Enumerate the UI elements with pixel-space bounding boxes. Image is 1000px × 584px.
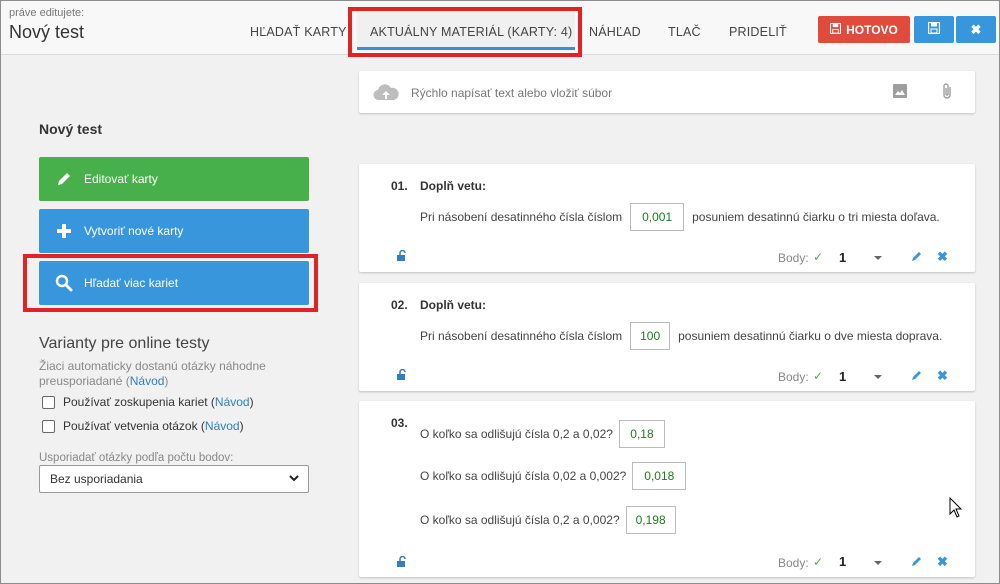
card-sentence: Pri násobení desatinného čísla číslom 0,…: [420, 203, 940, 231]
tab-print[interactable]: TLAČ: [668, 25, 701, 39]
points-label: Body:: [778, 370, 809, 384]
groups-guide-link[interactable]: Návod: [215, 395, 250, 409]
edit-card-icon[interactable]: [911, 369, 923, 384]
points-value[interactable]: 1: [839, 250, 846, 265]
app-window: práve editujete: Nový test HĽADAŤ KARTY …: [0, 0, 1000, 584]
quick-input-placeholder: Rýchlo napísať text alebo vložiť súbor: [411, 86, 613, 100]
plus-icon: [52, 223, 76, 239]
edit-cards-label: Editovať karty: [84, 172, 158, 186]
new-cards-button[interactable]: Vytvoriť nové karty: [39, 209, 309, 253]
question-row-3: O koľko sa odlišujú čísla 0,2 a 0,002? 0…: [420, 506, 684, 534]
answer-field[interactable]: 0,001: [630, 203, 685, 231]
card-number: 02.: [391, 298, 408, 312]
attachment-icon[interactable]: [941, 82, 953, 103]
tab-preview[interactable]: NÁHĽAD: [589, 25, 641, 39]
page-title: Nový test: [9, 22, 85, 42]
question-row-2: O koľko sa odlišujú čísla 0,02 a 0,002? …: [420, 462, 694, 490]
guide-link[interactable]: Návod: [130, 374, 165, 388]
points-value[interactable]: 1: [839, 554, 846, 569]
groups-option[interactable]: Používať zoskupenia kariet (Návod): [42, 395, 254, 409]
caret-down-icon[interactable]: [873, 370, 883, 384]
unlock-icon[interactable]: [396, 555, 408, 571]
image-icon[interactable]: [893, 84, 907, 101]
points-value[interactable]: 1: [839, 369, 846, 384]
card-number: 01.: [391, 179, 408, 193]
groups-option-label: Používať zoskupenia kariet (: [63, 395, 215, 409]
branching-option-end: ): [239, 419, 244, 433]
done-button[interactable]: HOTOVO: [818, 16, 910, 43]
variants-title: Varianty pre online testy: [39, 335, 210, 352]
question-text: O koľko sa odlišujú čísla 0,02 a 0,002?: [420, 469, 627, 483]
sort-label: Usporiadať otázky podľa počtu bodov:: [39, 452, 234, 464]
question-card-3[interactable]: 03. O koľko sa odlišujú čísla 0,2 a 0,02…: [359, 401, 975, 577]
caret-down-icon[interactable]: [873, 556, 883, 570]
points-label: Body:: [778, 251, 809, 265]
caret-down-icon[interactable]: [873, 251, 883, 265]
close-icon: ✖: [970, 21, 982, 37]
card-title: Doplň vetu:: [420, 298, 486, 312]
tab-assign[interactable]: PRIDELIŤ: [729, 25, 787, 39]
check-icon: ✓: [813, 369, 824, 383]
quick-input-bar[interactable]: Rýchlo napísať text alebo vložiť súbor: [359, 71, 975, 113]
question-card-2[interactable]: 02. Doplň vetu: Pri násobení desatinného…: [359, 283, 975, 391]
close-button[interactable]: ✖: [956, 16, 996, 43]
groups-checkbox[interactable]: [42, 395, 55, 409]
check-icon: ✓: [813, 555, 824, 569]
save-button[interactable]: [914, 16, 954, 43]
pencil-icon: [52, 171, 76, 187]
sidebar-title: Nový test: [39, 121, 103, 137]
tab-search-cards[interactable]: HĽADAŤ KARTY: [250, 25, 347, 39]
floppy-icon: [829, 22, 842, 37]
card-title: Doplň vetu:: [420, 179, 486, 193]
card-number: 03.: [391, 416, 408, 430]
answer-field[interactable]: 100: [630, 322, 671, 350]
delete-card-icon[interactable]: ✖: [937, 249, 948, 265]
branching-option[interactable]: Používať vetvenia otázok (Návod): [42, 419, 244, 433]
sentence-before: Pri násobení desatinného čísla číslom: [420, 210, 623, 224]
highlight-box-tab: [348, 7, 582, 57]
question-row-1: O koľko sa odlišujú čísla 0,2 a 0,02? 0,…: [420, 420, 673, 448]
branching-guide-link[interactable]: Návod: [205, 419, 240, 433]
floppy-icon: [927, 21, 941, 37]
branching-checkbox[interactable]: [42, 419, 55, 433]
highlight-box-find: [23, 254, 318, 312]
done-label: HOTOVO: [846, 22, 898, 37]
delete-card-icon[interactable]: ✖: [937, 554, 948, 570]
edit-card-icon[interactable]: [911, 555, 923, 570]
variants-description: Žiaci automaticky dostanú otázky náhodne…: [39, 359, 279, 389]
groups-option-end: ): [249, 395, 254, 409]
question-card-1[interactable]: 01. Doplň vetu: Pri násobení desatinného…: [359, 164, 975, 272]
sentence-after: posuniem desatinnú čiarku o dve miesta d…: [678, 329, 943, 343]
mouse-cursor-icon: [949, 496, 963, 522]
unlock-icon[interactable]: [396, 249, 408, 265]
sentence-after: posuniem desatinnú čiarku o tri miesta d…: [692, 210, 940, 224]
edit-cards-button[interactable]: Editovať karty: [39, 157, 309, 201]
answer-field[interactable]: 0,198: [625, 506, 676, 534]
sort-select-value: Bez usporiadania: [50, 472, 143, 486]
sort-select[interactable]: Bez usporiadania: [39, 465, 309, 493]
new-cards-label: Vytvoriť nové karty: [84, 224, 184, 238]
question-text: O koľko sa odlišujú čísla 0,2 a 0,02?: [420, 427, 613, 441]
points-label: Body:: [778, 556, 809, 570]
branching-option-label: Používať vetvenia otázok (: [63, 419, 205, 433]
check-icon: ✓: [813, 250, 824, 264]
chevron-down-icon: [288, 472, 300, 487]
delete-card-icon[interactable]: ✖: [937, 368, 948, 384]
unlock-icon[interactable]: [396, 368, 408, 384]
card-sentence: Pri násobení desatinného čísla číslom 10…: [420, 322, 942, 350]
cloud-upload-icon[interactable]: [373, 83, 399, 104]
question-text: O koľko sa odlišujú čísla 0,2 a 0,002?: [420, 513, 620, 527]
edit-card-icon[interactable]: [911, 250, 923, 265]
variants-description-end: ): [164, 374, 169, 388]
sentence-before: Pri násobení desatinného čísla číslom: [420, 329, 623, 343]
editing-label: práve editujete:: [9, 7, 85, 19]
answer-field[interactable]: 0,018: [632, 462, 687, 490]
answer-field[interactable]: 0,18: [618, 420, 665, 448]
